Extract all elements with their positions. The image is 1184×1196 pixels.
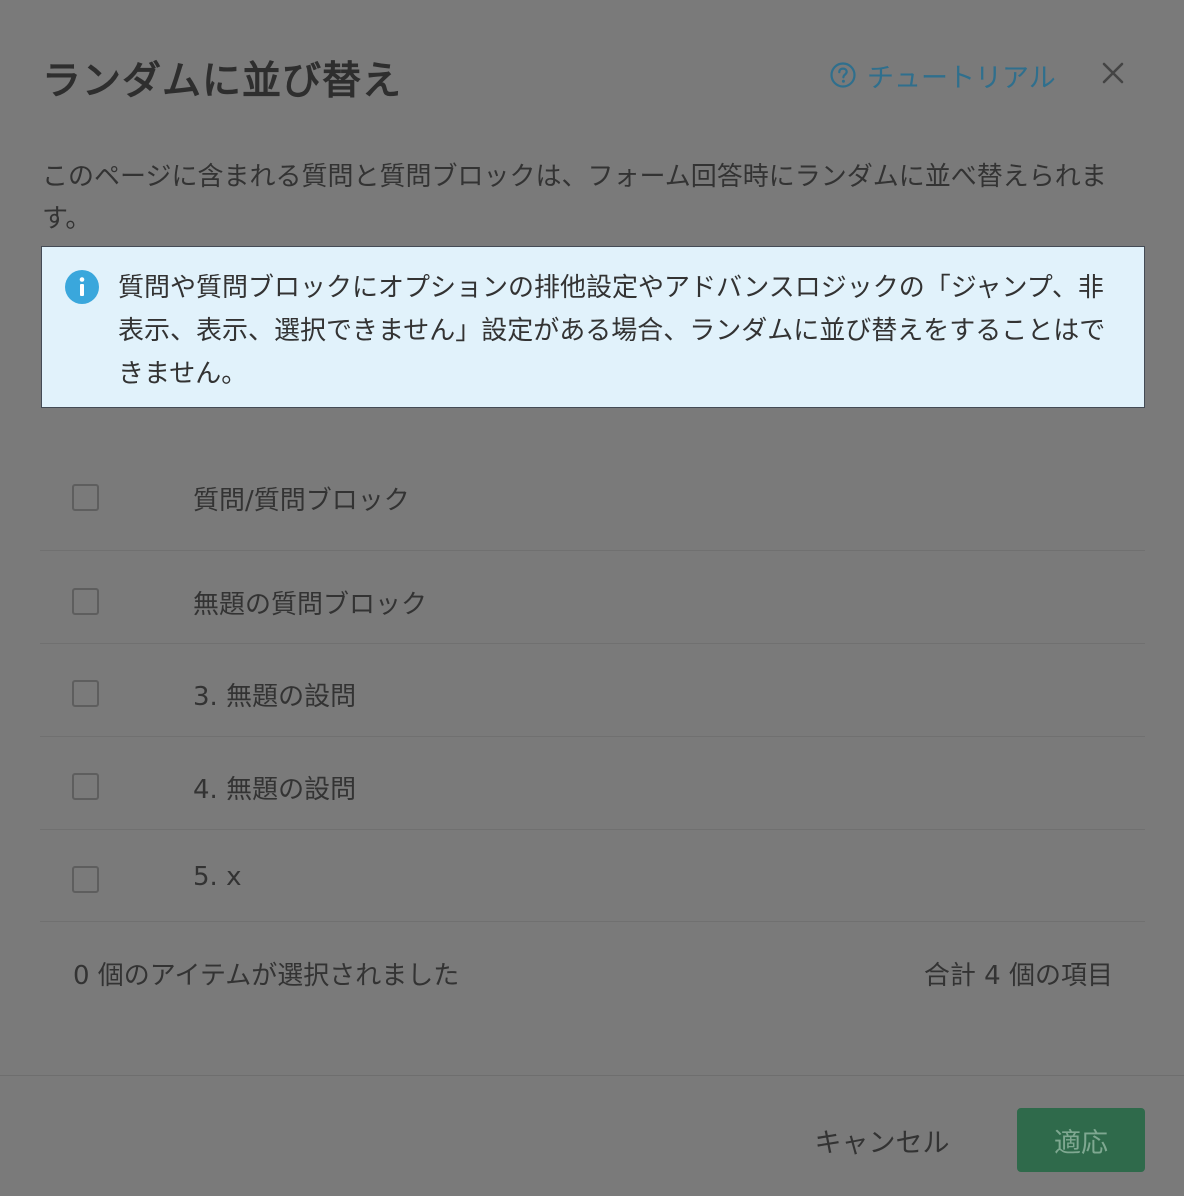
list-header-row: 質問/質問ブロック [40, 446, 1145, 551]
list-item: 5. x [40, 830, 1145, 922]
list-item: 4. 無題の設問 [40, 737, 1145, 830]
selected-count: 0 個のアイテムが選択されました [73, 961, 460, 991]
dialog-title: ランダムに並び替え [42, 59, 403, 104]
list-item-label: 4. 無題の設問 [193, 775, 357, 805]
item-checkbox[interactable] [72, 680, 99, 707]
list-item: 無題の質問ブロック [40, 551, 1145, 644]
footer-divider [0, 1075, 1184, 1076]
info-icon [65, 270, 99, 304]
info-banner: 質問や質問ブロックにオプションの排他設定やアドバンスロジックの「ジャンプ、非表示… [41, 246, 1145, 408]
tutorial-link[interactable]: チュートリアル [829, 58, 1056, 94]
question-list: 質問/質問ブロック 無題の質問ブロック 3. 無題の設問 4. 無題の設問 5.… [40, 446, 1145, 922]
list-header-label: 質問/質問ブロック [193, 486, 410, 516]
item-checkbox[interactable] [72, 588, 99, 615]
dialog-description: このページに含まれる質問と質問ブロックは、フォーム回答時にランダムに並べ替えられ… [42, 162, 1107, 234]
help-circle-icon [830, 62, 856, 88]
selection-summary: 0 個のアイテムが選択されました 合計 4 個の項目 [73, 955, 1113, 992]
list-item-label: 5. x [193, 862, 242, 892]
close-icon [1102, 62, 1124, 84]
select-all-checkbox[interactable] [72, 484, 99, 511]
apply-button[interactable]: 適応 [1017, 1108, 1145, 1172]
list-item-label: 無題の質問ブロック [193, 590, 428, 620]
item-checkbox[interactable] [72, 773, 99, 800]
item-checkbox[interactable] [72, 866, 99, 893]
randomize-dialog: ランダムに並び替え チュートリアル このページに含まれる質問と質問ブロックは、フ… [0, 0, 1184, 1196]
list-item-label: 3. 無題の設問 [193, 682, 357, 712]
close-button[interactable] [1098, 58, 1128, 88]
total-count: 合計 4 個の項目 [923, 961, 1113, 991]
tutorial-label: チュートリアル [867, 62, 1056, 94]
cancel-button[interactable]: キャンセル [790, 1108, 974, 1172]
info-text: 質問や質問ブロックにオプションの排他設定やアドバンスロジックの「ジャンプ、非表示… [118, 273, 1106, 389]
list-item: 3. 無題の設問 [40, 644, 1145, 737]
